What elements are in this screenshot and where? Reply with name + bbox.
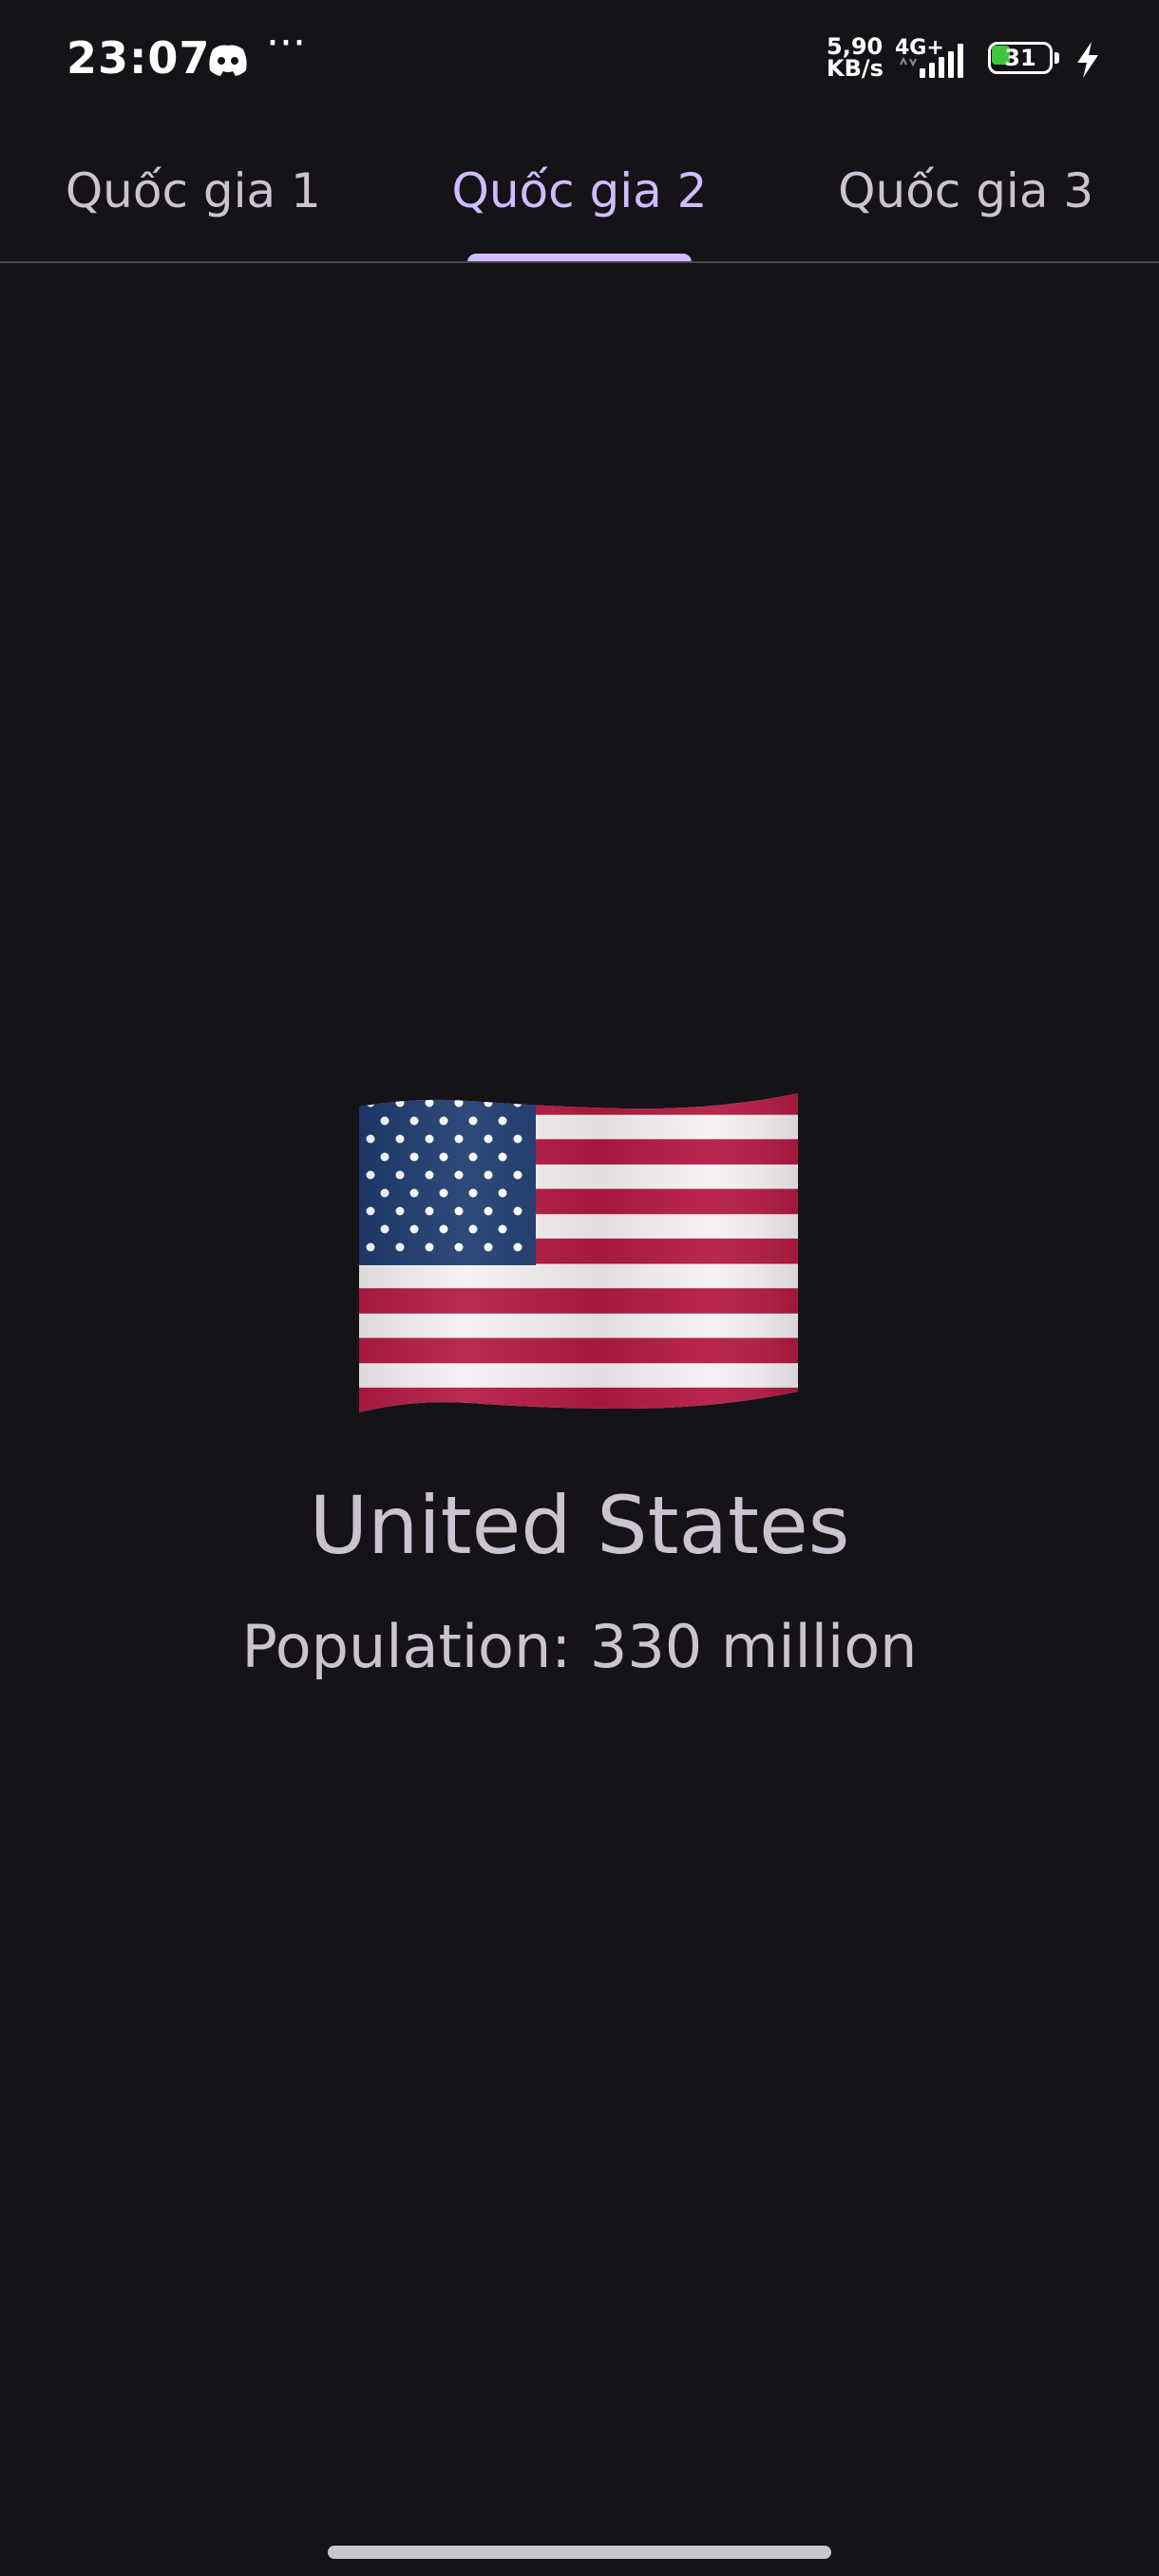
tab-label: Quốc gia 3: [838, 163, 1094, 218]
tab-country-3[interactable]: Quốc gia 3: [772, 120, 1159, 262]
tab-label: Quốc gia 1: [65, 163, 321, 218]
country-tab-bar: Quốc gia 1 Quốc gia 2 Quốc gia 3: [0, 120, 1159, 262]
tab-label: Quốc gia 2: [451, 163, 708, 218]
battery-cap: [1054, 52, 1059, 64]
country-page: United States Population: 330 million: [0, 263, 1159, 2448]
network-speed-unit: KB/s: [826, 55, 884, 82]
tab-country-1[interactable]: Quốc gia 1: [0, 120, 387, 262]
country-name: United States: [309, 1479, 850, 1572]
home-gesture-bar[interactable]: [328, 2546, 831, 2559]
more-notifications-icon: ···: [266, 19, 306, 67]
network-speed: 5,90 KB/s: [826, 35, 893, 82]
signal-bars-icon: [900, 44, 963, 78]
us-flag-icon: [359, 1093, 798, 1412]
country-population: Population: 330 million: [241, 1612, 918, 1681]
lightning-bolt-icon: [1077, 42, 1098, 78]
tab-country-2[interactable]: Quốc gia 2: [387, 120, 773, 262]
battery-indicator: 31: [988, 42, 1060, 76]
status-time: 23:07: [66, 32, 211, 84]
app-screen: 23:07 ··· 5,90 KB/s 4G+ 31 Quốc gia 1 Qu…: [0, 0, 1159, 2576]
status-bar: 23:07 ··· 5,90 KB/s 4G+ 31: [0, 0, 1159, 120]
battery-level: 31: [1004, 45, 1036, 71]
discord-icon: [209, 45, 247, 76]
